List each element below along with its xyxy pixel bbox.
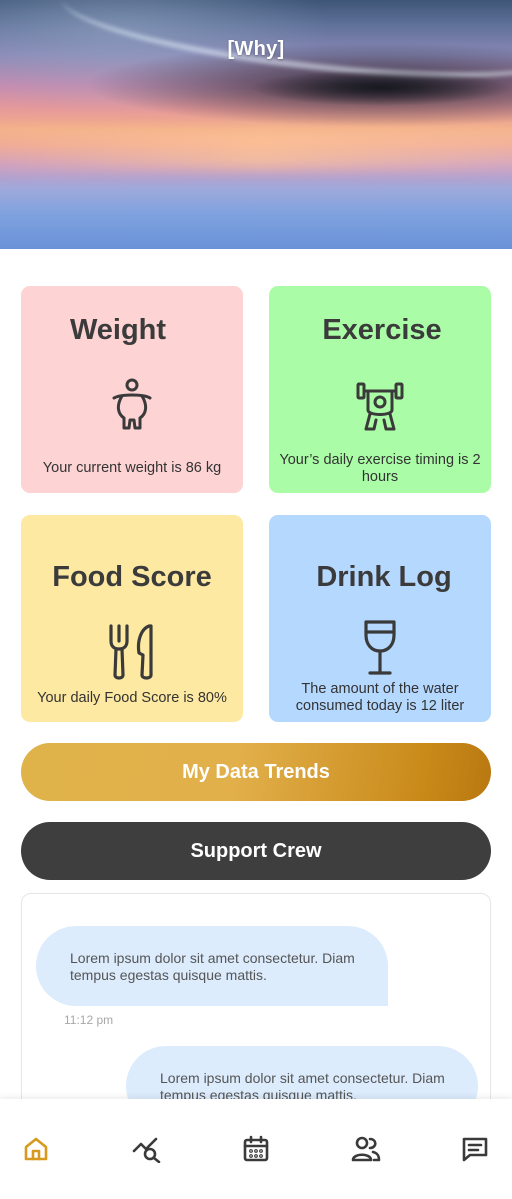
hero-banner: [Why] [0, 0, 512, 249]
body-weight-icon [110, 378, 154, 437]
wine-glass-icon [362, 619, 398, 682]
drink-card-desc: The amount of the water consumed today i… [295, 681, 465, 714]
weight-card[interactable]: Weight Your current weight is 86 kg [21, 286, 243, 493]
hero-sunset-glow [0, 130, 512, 170]
home-icon[interactable] [22, 1135, 50, 1163]
message-icon[interactable] [461, 1135, 489, 1163]
incoming-message: Lorem ipsum dolor sit amet consectetur. … [36, 926, 388, 1006]
support-crew-button[interactable]: Support Crew [21, 822, 491, 880]
fork-knife-icon [107, 623, 157, 686]
people-icon[interactable] [351, 1135, 381, 1163]
drink-card-title: Drink Log [316, 561, 452, 593]
weight-card-desc: Your current weight is 86 kg [42, 460, 222, 476]
exercise-card[interactable]: Exercise Your’s daily exercise timing is… [269, 286, 491, 493]
hero-rocks [250, 70, 512, 106]
weight-card-title: Weight [69, 314, 167, 346]
food-card-desc: Your daily Food Score is 80% [37, 690, 227, 706]
message-timestamp: 11:12 pm [64, 1013, 114, 1027]
exercise-card-title: Exercise [322, 314, 442, 346]
food-card-title: Food Score [52, 561, 212, 593]
bottom-nav [0, 1099, 512, 1199]
weightlifting-icon [356, 382, 404, 437]
drink-log-card[interactable]: Drink Log The amount of the water consum… [269, 515, 491, 722]
exercise-card-desc: Your’s daily exercise timing is 2 hours [279, 452, 481, 485]
food-score-card[interactable]: Food Score Your daily Food Score is 80% [21, 515, 243, 722]
my-data-trends-button[interactable]: My Data Trends [21, 743, 491, 801]
trends-search-icon[interactable] [132, 1135, 161, 1164]
hero-title: [Why] [227, 38, 285, 60]
calendar-icon[interactable] [242, 1135, 270, 1163]
